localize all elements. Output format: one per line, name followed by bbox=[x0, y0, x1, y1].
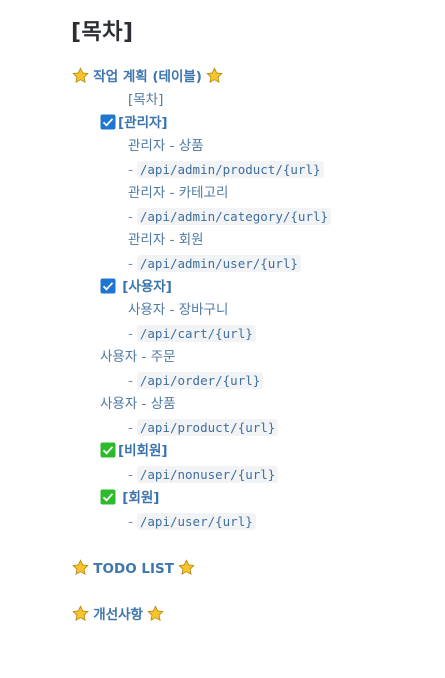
user-order-path[interactable]: -/api/order/{url} bbox=[128, 371, 264, 391]
work-plan-label: 작업 계획 (테이블) bbox=[93, 69, 202, 85]
member-path[interactable]: -/api/user/{url} bbox=[128, 512, 256, 532]
user-cart-label[interactable]: 사용자 - 장바구니 bbox=[128, 300, 228, 320]
admin-category-path[interactable]: -/api/admin/category/{url} bbox=[128, 207, 332, 227]
star-icon bbox=[178, 559, 195, 575]
star-icon bbox=[72, 605, 89, 621]
star-icon bbox=[206, 67, 224, 83]
dash: - bbox=[128, 373, 133, 389]
member-heading[interactable]: [회원] bbox=[100, 488, 159, 508]
dash: - bbox=[128, 326, 133, 342]
dash: - bbox=[128, 420, 133, 436]
nonmember-heading[interactable]: [비회원] bbox=[100, 441, 168, 461]
dash: - bbox=[128, 514, 133, 530]
page-title: [목차] bbox=[71, 20, 134, 45]
admin-member-label[interactable]: 관리자 - 회원 bbox=[128, 230, 204, 250]
work-plan-heading[interactable]: 작업 계획 (테이블) bbox=[72, 67, 224, 87]
dash: - bbox=[128, 162, 133, 178]
nonmember-path[interactable]: -/api/nonuser/{url} bbox=[128, 465, 279, 485]
admin-member-path[interactable]: -/api/admin/user/{url} bbox=[128, 254, 301, 274]
user-cart-path[interactable]: -/api/cart/{url} bbox=[128, 324, 256, 344]
todo-label: TODO LIST bbox=[93, 561, 174, 577]
member-heading-label: [회원] bbox=[122, 490, 160, 506]
admin-heading[interactable]: [관리자] bbox=[100, 113, 168, 133]
user-product-label[interactable]: 사용자 - 상품 bbox=[100, 394, 176, 414]
user-order-label[interactable]: 사용자 - 주문 bbox=[100, 347, 176, 367]
admin-product-label[interactable]: 관리자 - 상품 bbox=[128, 136, 204, 156]
blue-checkbox-icon bbox=[100, 278, 116, 294]
improvements-label: 개선사항 bbox=[93, 607, 143, 623]
star-icon bbox=[72, 67, 89, 83]
todo-heading[interactable]: TODO LIST bbox=[72, 559, 195, 579]
admin-category-code: /api/admin/category/{url} bbox=[136, 208, 332, 225]
toc-link[interactable]: [목차] bbox=[128, 90, 163, 110]
user-order-code: /api/order/{url} bbox=[136, 372, 264, 389]
nonmember-heading-label: [비회원] bbox=[118, 443, 168, 459]
user-cart-code: /api/cart/{url} bbox=[136, 325, 256, 342]
improvements-heading[interactable]: 개선사항 bbox=[72, 605, 165, 625]
user-product-code: /api/product/{url} bbox=[136, 419, 279, 436]
admin-member-code: /api/admin/user/{url} bbox=[136, 255, 301, 272]
user-heading-label: [사용자] bbox=[122, 279, 172, 295]
dash: - bbox=[128, 467, 133, 483]
admin-product-code: /api/admin/product/{url} bbox=[136, 161, 324, 178]
star-icon bbox=[147, 605, 165, 621]
dash: - bbox=[128, 209, 133, 225]
member-code: /api/user/{url} bbox=[136, 513, 256, 530]
user-product-path[interactable]: -/api/product/{url} bbox=[128, 418, 279, 438]
star-icon bbox=[72, 559, 89, 575]
green-check-icon bbox=[100, 489, 116, 505]
green-check-icon bbox=[100, 442, 116, 458]
blue-checkbox-icon bbox=[100, 114, 116, 130]
nonmember-code: /api/nonuser/{url} bbox=[136, 466, 279, 483]
admin-product-path[interactable]: -/api/admin/product/{url} bbox=[128, 160, 324, 180]
user-heading[interactable]: [사용자] bbox=[100, 277, 172, 297]
dash: - bbox=[128, 256, 133, 272]
admin-heading-label: [관리자] bbox=[118, 115, 168, 131]
admin-category-label[interactable]: 관리자 - 카테고리 bbox=[128, 183, 228, 203]
